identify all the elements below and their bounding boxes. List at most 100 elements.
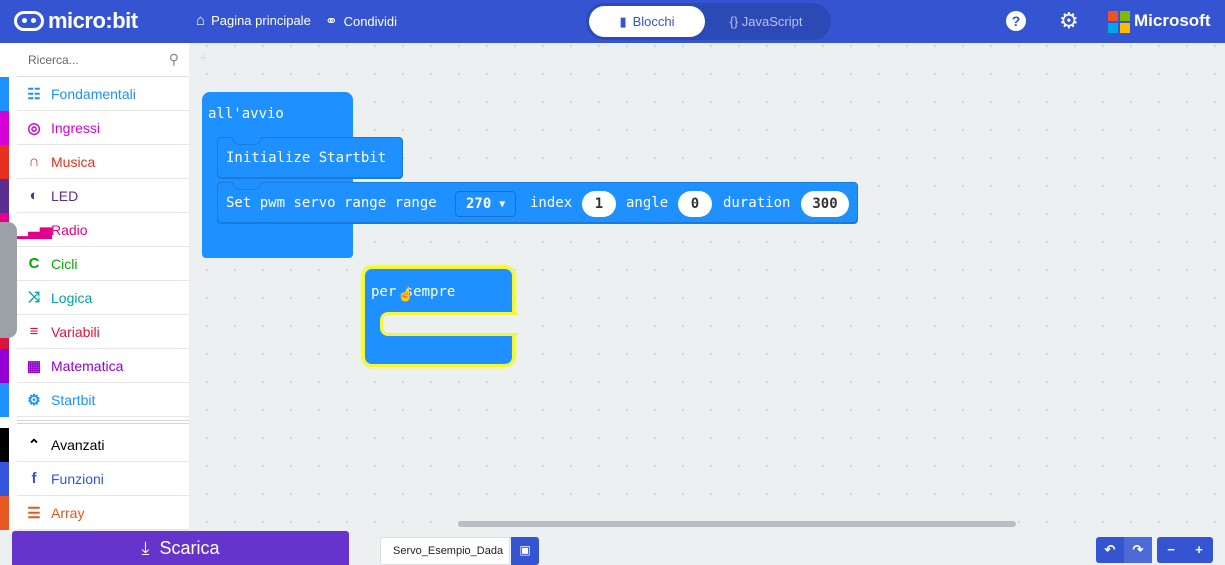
category-logica[interactable]: ⤨ Logica	[0, 281, 189, 315]
toolbox-collapse-handle[interactable]	[0, 222, 17, 338]
toggle-icon: ◐	[29, 187, 39, 204]
redo-button[interactable]: ↷	[1124, 537, 1152, 563]
zoom-out-button[interactable]: −	[1157, 537, 1185, 563]
category-musica[interactable]: ∩ Musica	[0, 145, 189, 179]
category-color-bar	[0, 145, 9, 179]
block-notch	[232, 137, 262, 145]
category-label: Radio	[51, 221, 88, 238]
download-button[interactable]: ⤓ Scarica	[12, 531, 349, 565]
category-label: LED	[51, 187, 79, 204]
help-icon[interactable]: ?	[1006, 11, 1026, 31]
category-avanzati[interactable]: ⌃ Avanzati	[0, 428, 189, 462]
search-input[interactable]: Ricerca...	[28, 53, 79, 67]
tab-blocks[interactable]: ▮ Blocchi	[589, 6, 705, 37]
category-cicli[interactable]: C Cicli	[0, 247, 189, 281]
microsoft-label[interactable]: Microsoft	[1134, 11, 1211, 31]
initialize-startbit-block[interactable]: Initialize Startbit	[217, 137, 403, 178]
download-icon: ⤓	[141, 537, 150, 558]
category-label: Avanzati	[51, 436, 105, 453]
makecode-editor: micro:bit ⌂ Pagina principale ⚭ Condivid…	[0, 0, 1225, 565]
microsoft-logo-icon[interactable]	[1108, 11, 1130, 33]
ms-square-blue	[1108, 23, 1118, 33]
range-dropdown[interactable]: 270 ▼	[455, 191, 517, 217]
headphones-icon: ∩	[28, 153, 40, 170]
category-startbit[interactable]: ⚙ Startbit	[0, 383, 189, 417]
category-label: Fondamentali	[51, 85, 136, 102]
logo-text: micro:bit	[48, 8, 138, 33]
initialize-label: Initialize Startbit	[226, 150, 387, 166]
duration-field[interactable]: 300	[801, 191, 849, 217]
home-icon: ⌂	[196, 12, 206, 29]
save-icon[interactable]: ▣	[511, 537, 539, 565]
gear-icon: ⚙	[27, 391, 41, 409]
project-name-input[interactable]: Servo_Esempio_Dada	[380, 537, 510, 565]
on-start-label: all'avvio	[208, 106, 284, 122]
category-color-bar	[0, 349, 9, 383]
zoom-group: − +	[1157, 537, 1213, 563]
forever-block-slot	[380, 312, 518, 336]
range-value: 270	[466, 196, 492, 212]
category-color-bar	[0, 496, 9, 530]
tab-javascript-label: {} JavaScript	[729, 14, 803, 29]
search-icon: ⚲	[168, 51, 179, 67]
ms-square-red	[1108, 11, 1118, 21]
share-button[interactable]: ⚭ Condividi	[325, 12, 397, 30]
category-label: Musica	[51, 153, 96, 170]
calculator-icon: ▦	[26, 357, 42, 375]
category-label: Cicli	[51, 255, 78, 272]
ms-square-yellow	[1120, 23, 1130, 33]
toolbox: Ricerca... ⚲ ☷ Fondamentali ◎ Ingressi ∩ Musi…	[0, 43, 189, 530]
ms-square-green	[1120, 11, 1130, 21]
category-color-bar	[0, 383, 9, 417]
microbit-logo[interactable]: micro:bit	[14, 8, 138, 34]
angle-label: angle	[626, 195, 669, 211]
index-label: index	[530, 195, 573, 211]
microbit-icon	[14, 11, 44, 31]
chevron-up-icon: ⌃	[27, 436, 41, 454]
target-icon: ◎	[27, 119, 41, 137]
hand-cursor-icon: ☝	[397, 286, 415, 302]
toolbox-divider	[17, 420, 189, 424]
block-notch	[232, 182, 262, 190]
lines-icon: ≡	[29, 323, 39, 340]
undo-redo-group: ↶ ↷	[1096, 537, 1152, 563]
category-radio[interactable]: ▁▃▅ Radio	[0, 213, 189, 247]
category-color-bar	[0, 111, 9, 145]
function-icon: f	[31, 470, 37, 487]
undo-button[interactable]: ↶	[1096, 537, 1124, 563]
category-label: Startbit	[51, 391, 96, 408]
category-led[interactable]: ◐ LED	[0, 179, 189, 213]
category-ingressi[interactable]: ◎ Ingressi	[0, 111, 189, 145]
category-variabili[interactable]: ≡ Variabili	[0, 315, 189, 349]
share-icon: ⚭	[325, 13, 338, 30]
grid-icon: ☷	[27, 85, 41, 103]
download-label: Scarica	[159, 537, 220, 558]
toolbox-search[interactable]: Ricerca... ⚲	[17, 43, 189, 77]
category-label: Array	[51, 504, 85, 521]
category-label: Funzioni	[51, 470, 104, 487]
top-menu-bar: micro:bit ⌂ Pagina principale ⚭ Condivid…	[0, 0, 1225, 43]
category-array[interactable]: ☰ Array	[0, 496, 189, 530]
dropdown-arrow-icon: ▼	[499, 198, 506, 210]
zoom-in-button[interactable]: +	[1185, 537, 1213, 563]
servo-block-prefix: Set pwm servo range range	[226, 195, 437, 211]
category-color-bar	[0, 462, 9, 496]
category-label: Logica	[51, 289, 93, 306]
home-label: Pagina principale	[211, 13, 311, 28]
loop-icon: C	[28, 255, 40, 272]
angle-field[interactable]: 0	[678, 191, 712, 217]
tab-javascript[interactable]: {} JavaScript	[708, 6, 824, 37]
settings-gear-icon[interactable]: ⚙	[1059, 8, 1079, 34]
category-label: Variabili	[51, 323, 100, 340]
servo-range-block[interactable]: Set pwm servo range range 270 ▼ index 1 …	[217, 182, 858, 223]
horizontal-scrollbar[interactable]	[458, 521, 1016, 527]
category-funzioni[interactable]: f Funzioni	[0, 462, 189, 496]
duration-label: duration	[723, 195, 791, 211]
category-color-bar	[0, 428, 9, 462]
index-field[interactable]: 1	[582, 191, 616, 217]
signal-icon: ▁▃▅	[17, 221, 52, 239]
home-button[interactable]: ⌂ Pagina principale	[196, 12, 311, 29]
tab-blocks-label: Blocchi	[632, 14, 675, 29]
category-fondamentali[interactable]: ☷ Fondamentali	[0, 77, 189, 111]
category-matematica[interactable]: ▦ Matematica	[0, 349, 189, 383]
